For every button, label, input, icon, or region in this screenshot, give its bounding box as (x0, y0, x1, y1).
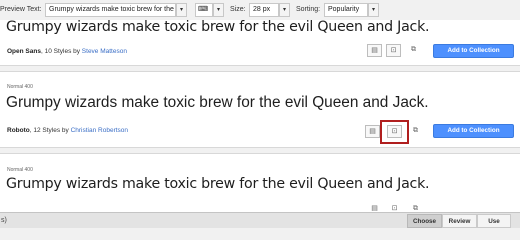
preview-text-input[interactable]: Grumpy wizards make toxic brew for the e (45, 3, 176, 17)
chevron-down-icon: ▾ (282, 7, 286, 13)
font-name: Open Sans (7, 48, 41, 55)
collection-count-text: s) (1, 217, 7, 224)
designer-link[interactable]: Steve Matteson (82, 48, 127, 55)
font-details-button[interactable]: ▤ (367, 44, 382, 57)
add-to-collection-button[interactable]: Add to Collection (433, 44, 514, 58)
pop-out-icon: ⧉ (413, 127, 418, 134)
quick-use-button[interactable]: ⊡ (386, 44, 401, 57)
preview-toolbar: Preview Text: Grumpy wizards make toxic … (0, 0, 520, 20)
google-fonts-page: Grumpy wizards make toxic brew for the e… (0, 0, 520, 228)
size-select[interactable]: 28 px (249, 3, 279, 17)
pop-out-button[interactable]: ⧉ (408, 125, 423, 138)
keyboard-button[interactable]: ⌨ (195, 3, 213, 17)
keyboard-dropdown[interactable]: ▾ (213, 3, 224, 17)
document-icon: ▤ (371, 205, 378, 212)
style-label: Normal 400 (7, 167, 33, 173)
size-dropdown[interactable]: ▾ (279, 3, 290, 17)
keyboard-icon: ⌨ (198, 6, 209, 13)
font-meta: Open Sans, 10 Styles by Steve Matteson (7, 48, 127, 55)
sorting-dropdown[interactable]: ▾ (368, 3, 379, 17)
preview-text-dropdown[interactable]: ▾ (176, 3, 187, 17)
font-sample-text: Grumpy wizards make toxic brew for the e… (6, 94, 429, 111)
font-card-roboto: Normal 400 Grumpy wizards make toxic bre… (0, 71, 520, 148)
designer-link[interactable]: Christian Robertson (71, 127, 128, 134)
chevron-down-icon: ▾ (371, 7, 375, 13)
collection-bottom-bar: s) Choose Review Use (0, 212, 520, 228)
style-label: Normal 400 (7, 84, 33, 90)
tab-choose[interactable]: Choose (407, 214, 442, 228)
tab-use[interactable]: Use (477, 214, 511, 228)
font-sample-text: Grumpy wizards make toxic brew for the e… (6, 176, 430, 192)
size-label: Size: (230, 6, 246, 13)
document-icon: ▤ (371, 47, 378, 54)
arrow-box-icon: ⊡ (391, 205, 398, 212)
document-icon: ▤ (369, 128, 376, 135)
font-styles-count: , 10 Styles by (40, 48, 82, 55)
font-name: Roboto (7, 127, 30, 134)
chevron-down-icon: ▾ (179, 7, 183, 13)
pop-out-button[interactable]: ⧉ (406, 44, 421, 57)
font-styles-count: , 12 Styles by (29, 127, 71, 134)
pop-out-icon: ⧉ (411, 46, 416, 53)
font-meta: Roboto, 12 Styles by Christian Robertson (7, 127, 128, 134)
font-card-third: Normal 400 Grumpy wizards make toxic bre… (0, 153, 520, 213)
chevron-down-icon: ▾ (216, 7, 220, 13)
add-to-collection-button[interactable]: Add to Collection (433, 124, 514, 138)
tab-review[interactable]: Review (442, 214, 477, 228)
font-sample-text: Grumpy wizards make toxic brew for the e… (6, 19, 430, 35)
font-details-button[interactable]: ▤ (365, 125, 380, 138)
highlight-box (380, 120, 409, 144)
preview-text-label: Preview Text: (0, 6, 42, 13)
sorting-select[interactable]: Popularity (324, 3, 368, 17)
arrow-box-icon: ⊡ (390, 47, 397, 54)
pop-out-icon: ⧉ (413, 205, 418, 212)
sorting-label: Sorting: (296, 6, 321, 13)
